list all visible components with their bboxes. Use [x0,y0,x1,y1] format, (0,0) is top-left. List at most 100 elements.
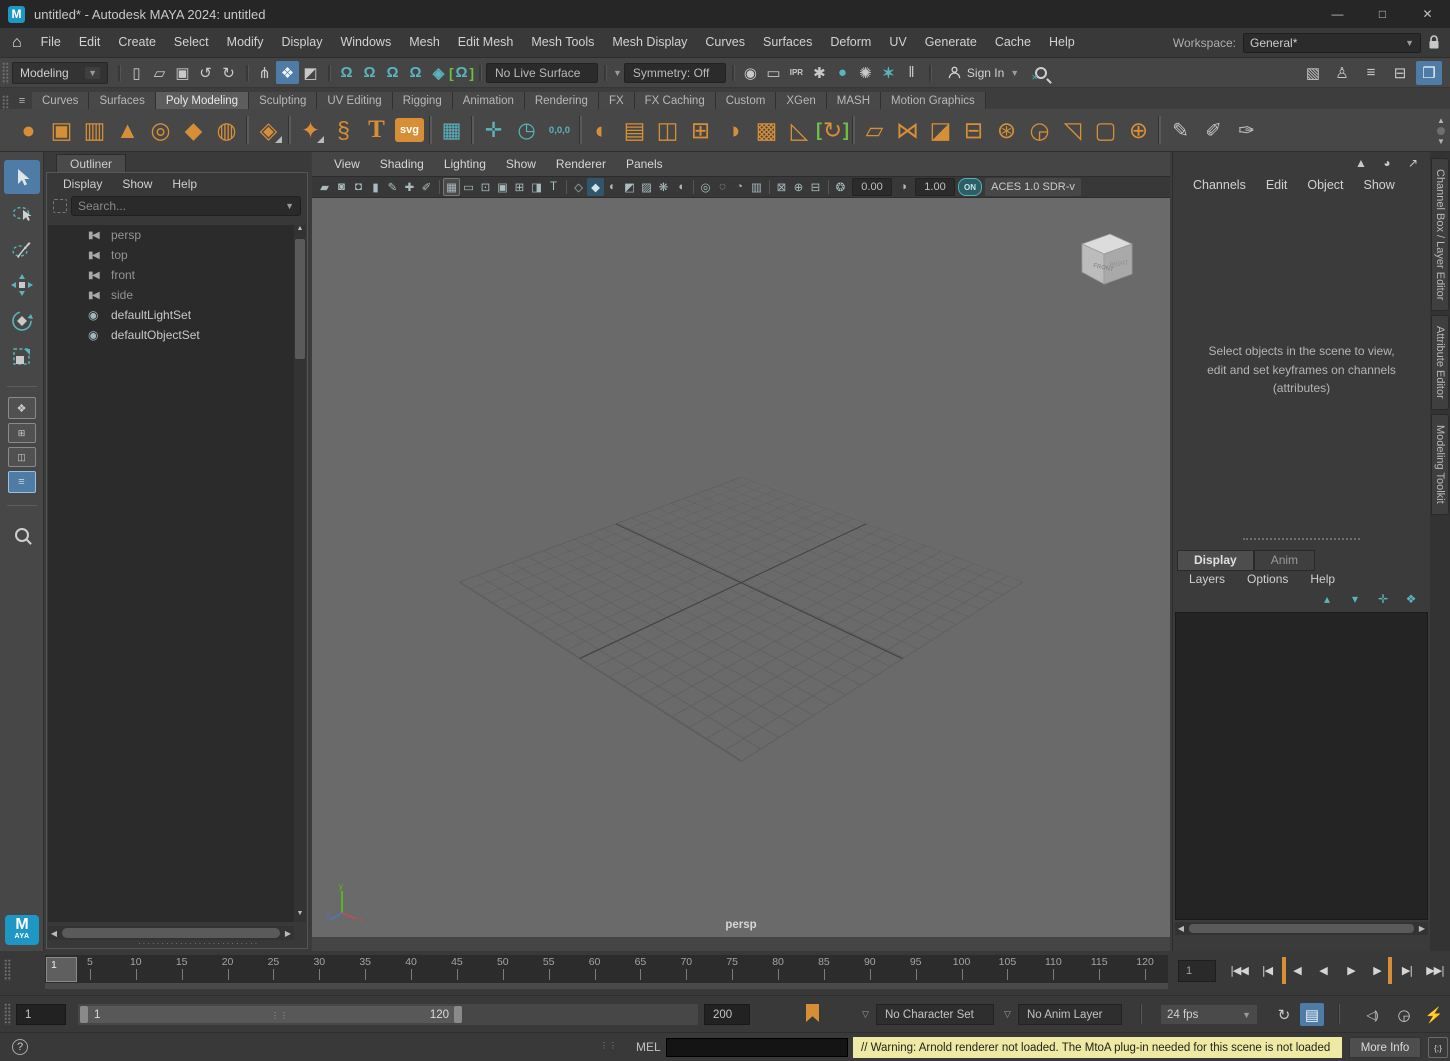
drag-grip[interactable] [2,95,9,109]
poly-torus-icon[interactable]: ◎ [144,113,177,147]
view-transform-select[interactable]: ACES 1.0 SDR-v [985,178,1081,196]
shelf-tab[interactable]: FX Caching [635,92,716,109]
view-cube[interactable]: FRONT RIGHT [1070,224,1142,296]
image-plane-icon[interactable]: ◨ [528,178,545,196]
shelf-tab[interactable]: Motion Graphics [881,92,986,109]
menu-item[interactable]: Mesh Tools [522,28,603,57]
viewport-menu-item[interactable]: Panels [616,157,673,171]
bookmark-icon[interactable] [806,1004,819,1022]
select-object-icon[interactable]: ❖ [276,61,299,84]
timeline-tick[interactable]: 115 [1076,955,1122,981]
time-slider-groove[interactable] [45,983,1168,989]
edit-curve-icon[interactable]: ✐ [1197,113,1230,147]
shelf-tab[interactable]: Sculpting [249,92,317,109]
group-separator[interactable] [475,63,484,83]
scale-tool[interactable] [4,340,40,374]
new-layer-from-selected-icon[interactable]: ❖ [1402,592,1420,606]
menu-item[interactable]: Modify [218,28,273,57]
channel-box-icon[interactable]: ≡ [1358,61,1384,85]
playhead[interactable]: 1 [46,957,77,982]
outliner-horizontal-scrollbar[interactable]: ◀ ▶ [48,926,294,940]
time-slider-track[interactable]: 5101520253035404550556065707580859095100… [45,955,1168,989]
timeline-tick[interactable]: 105 [985,955,1031,981]
menu-item[interactable]: Edit Mesh [449,28,523,57]
animation-start-field[interactable]: 1 [16,1004,66,1025]
step-forward-key-button[interactable]: ▶ [1366,957,1392,984]
sphere-projection-icon[interactable]: ⊕ [1122,113,1155,147]
drag-grip[interactable] [4,1003,11,1025]
symmetry-field[interactable]: Symmetry: Off [624,63,726,83]
command-language-toggle[interactable]: MEL [636,1040,661,1054]
timeline-tick[interactable]: 15 [159,955,205,981]
hud-icon[interactable]: T [545,178,562,196]
cached-playback-icon[interactable]: ◶ [1392,1003,1416,1026]
layer-editor-menu-item[interactable]: Options [1239,570,1296,588]
separator[interactable] [435,178,443,196]
timeline-tick[interactable]: 30 [296,955,342,981]
timeline-tick[interactable]: 10 [113,955,159,981]
group-separator[interactable] [600,63,609,83]
home-icon[interactable]: ⌂ [0,34,32,52]
freeze-transformations-icon[interactable]: 0,0,0 [543,113,576,147]
viewport-menu-item[interactable]: View [324,157,370,171]
menu-item[interactable]: Deform [821,28,880,57]
scroll-up-icon[interactable]: ▲ [294,225,306,237]
outliner-item-side[interactable]: ▮◀ side [48,285,294,305]
lock-camera-icon[interactable]: ◙ [333,178,350,196]
show-manipulator-icon[interactable]: ✛ [477,113,510,147]
circularize-icon[interactable]: ⊛ [990,113,1023,147]
timeline-tick[interactable]: 90 [847,955,893,981]
resolution-gate-icon[interactable]: ⊡ [477,178,494,196]
menu-item[interactable]: File [32,28,70,57]
select-camera-icon[interactable]: ▰ [316,178,333,196]
menu-item[interactable]: Generate [916,28,986,57]
shelf-scroll[interactable]: ▲ ▼ [1434,109,1448,152]
poly-plane-icon[interactable]: ◆ [177,113,210,147]
scroll-up-icon[interactable]: ▲ [1437,116,1445,125]
shelf-tab[interactable]: Surfaces [89,92,155,109]
outliner-persp-layout-button[interactable]: ≡ [8,471,36,493]
multisampling-icon[interactable]: ▥ [748,178,765,196]
menu-item[interactable]: Mesh Display [603,28,696,57]
color-management-toggle[interactable]: ON [958,178,982,196]
range-start-handle[interactable] [80,1006,88,1023]
anti-aliasing-icon[interactable]: ◌ [714,178,731,196]
modeling-toolkit-grid-icon[interactable]: ▦ [435,113,468,147]
panel-resize-handle[interactable]: ·························· [138,939,259,948]
outliner-menu-item[interactable]: Display [55,175,110,193]
poly-helix-icon[interactable]: § [327,113,360,147]
menu-item[interactable]: Surfaces [754,28,821,57]
viewport-menu-item[interactable]: Show [496,157,546,171]
close-button[interactable]: ✕ [1405,0,1450,28]
step-forward-frame-button[interactable]: ▶| [1394,957,1420,984]
delete-history-icon[interactable]: ◷ [510,113,543,147]
ipr-render-icon[interactable]: IPR [785,61,808,84]
retopologize-icon[interactable]: ↻ [816,113,849,147]
annotate-icon[interactable]: ✐ [418,178,435,196]
smooth-icon[interactable]: ◺ [783,113,816,147]
go-to-end-button[interactable]: ▶▶| [1422,957,1448,984]
smooth-shade-icon[interactable]: ◆ [587,178,604,196]
select-hierarchy-icon[interactable]: ⋔ [253,61,276,84]
outliner-item-persp[interactable]: ▮◀ persp [48,225,294,245]
film-gate-icon[interactable]: ▭ [460,178,477,196]
contrast-icon[interactable]: ◑ [895,178,912,196]
menu-item[interactable]: Display [272,28,331,57]
triangulate-icon[interactable]: ◹ [1056,113,1089,147]
pause-viewport-icon[interactable]: ‖ [900,61,923,84]
play-forwards-button[interactable]: ▶ [1338,957,1364,984]
shelf-tab[interactable]: UV Editing [317,92,392,109]
menu-item[interactable]: Create [109,28,165,57]
timeline-tick[interactable]: 55 [526,955,572,981]
sidebar-vertical-tab[interactable]: Attribute Editor [1431,315,1449,410]
snap-to-point-icon[interactable]: Ω [381,61,404,84]
mute-audio-icon[interactable]: ◁) [1360,1003,1384,1026]
timeline-tick[interactable]: 50 [480,955,526,981]
shelf-tab[interactable]: MASH [827,92,881,109]
svg-tool-icon[interactable] [393,113,426,147]
animation-end-field[interactable]: 200 [704,1004,750,1025]
shelf-tab[interactable]: Rigging [393,92,453,109]
viewport-canvas[interactable]: FRONT RIGHT y x z persp [312,198,1170,937]
timeline-tick[interactable]: 25 [251,955,297,981]
create-curve-icon[interactable]: ✎ [1164,113,1197,147]
